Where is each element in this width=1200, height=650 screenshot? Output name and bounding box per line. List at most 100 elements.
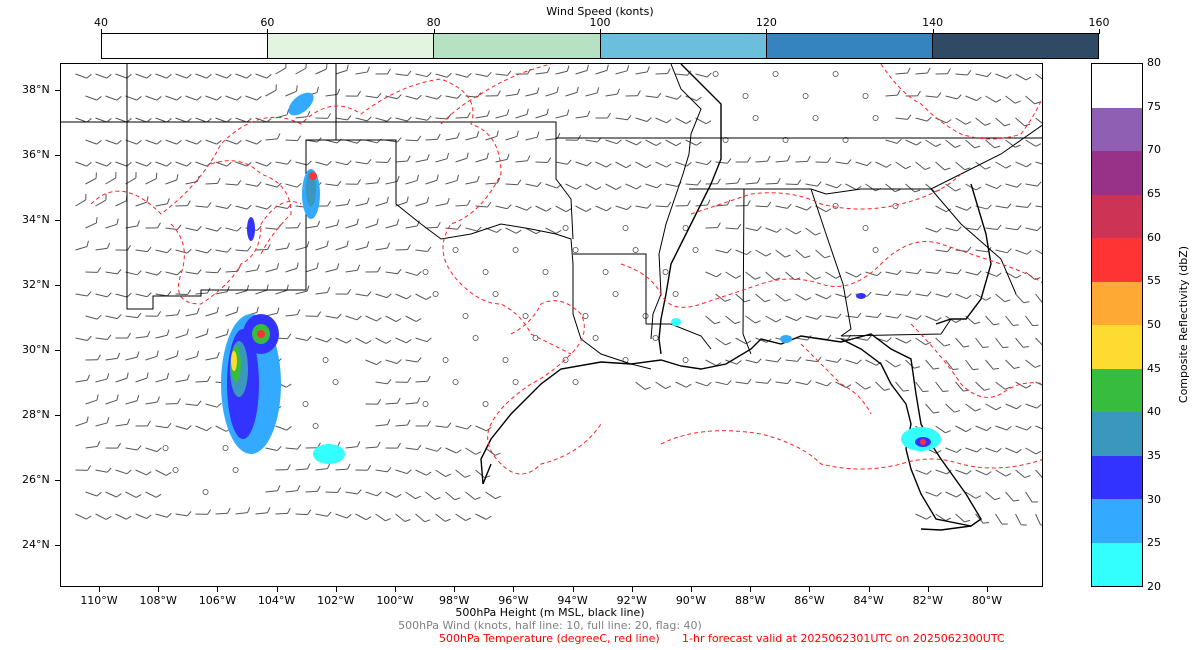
wind-barb [213, 328, 231, 339]
wind-barb [895, 157, 912, 171]
wind-barb [165, 134, 182, 146]
reflectivity-tick-label: 40 [1147, 405, 1161, 419]
wind-barb [433, 152, 451, 163]
wind-barb [835, 377, 852, 390]
wind-barb [355, 112, 372, 123]
wind-barb [284, 484, 301, 493]
wind-barb [154, 197, 171, 207]
wind-barb [685, 135, 702, 148]
wind-barb [314, 462, 331, 471]
wind-barb [515, 200, 532, 212]
wind-barb [415, 509, 431, 525]
latitude-label: 26°N [22, 473, 50, 486]
wind-barb [244, 263, 261, 273]
wind-barb [325, 486, 342, 494]
wind-barb [82, 171, 100, 185]
wind-barb [475, 68, 492, 78]
wind-barb [485, 487, 502, 501]
wind-barb [965, 311, 981, 327]
wind-barb [535, 201, 552, 214]
wind-barb [294, 463, 311, 471]
wind-barb [205, 398, 222, 409]
wind-barb [965, 442, 982, 454]
wind-barb [234, 506, 251, 515]
reflectivity-color-segment [1092, 151, 1142, 195]
wind-barb [225, 178, 242, 186]
wind-barb [705, 266, 722, 279]
wind-barb [343, 218, 361, 229]
wind-barb [995, 334, 1010, 351]
wind-tick-label: 60 [260, 16, 275, 29]
wind-barb [195, 68, 212, 80]
wind-barb [1005, 488, 1020, 504]
wind-barb [745, 311, 762, 326]
wind-barb [1025, 398, 1042, 410]
latitude-tick [55, 415, 60, 416]
wind-barb [115, 68, 132, 80]
map-canvas [61, 64, 1042, 531]
wind-barb [295, 332, 312, 342]
wind-barb [155, 508, 172, 519]
calm-wind-circle [812, 115, 819, 122]
wind-barb [414, 375, 432, 383]
wind-barb [775, 245, 792, 260]
longitude-tick [513, 587, 515, 592]
wind-barb [125, 90, 142, 102]
wind-barb [1015, 113, 1031, 129]
calm-wind-circle [452, 378, 459, 385]
wind-barb [203, 306, 221, 317]
wind-barb [84, 354, 102, 361]
longitude-tick [809, 587, 811, 592]
wind-barb [574, 110, 591, 119]
wind-barb [115, 244, 132, 251]
wind-barb [985, 178, 1002, 191]
wind-barb [95, 68, 112, 80]
wind-barb [465, 487, 481, 502]
wind-barb [335, 288, 352, 295]
wind-barb [895, 378, 910, 394]
reflectivity-tick-label: 65 [1147, 187, 1161, 200]
wind-barb [175, 244, 192, 255]
wind-barb [425, 487, 441, 502]
wind-barb [945, 486, 962, 499]
wind-barb [575, 201, 592, 214]
longitude-label: 104°W [257, 594, 296, 607]
calm-wind-circle [462, 312, 469, 319]
wind-barb [215, 200, 232, 210]
calm-wind-circle [592, 334, 599, 341]
wind-barb [74, 374, 91, 383]
wind-barb [164, 309, 181, 317]
wind-barb [1035, 290, 1042, 307]
wind-barb [135, 156, 152, 168]
wind-barb [505, 178, 522, 186]
wind-barb [513, 108, 531, 119]
wind-barb [1035, 69, 1042, 84]
reflectivity-tick-label: 70 [1147, 143, 1161, 157]
wind-barb [143, 350, 161, 361]
wind-barb [645, 178, 662, 190]
wind-barb [145, 134, 162, 146]
wind-barb [905, 266, 922, 275]
wind-barb [544, 132, 561, 141]
wind-barb [223, 305, 241, 317]
wind-barb [245, 134, 262, 146]
wind-barb [725, 222, 742, 230]
wind-barb [1005, 355, 1021, 372]
wind-barb [215, 156, 232, 168]
wind-barb [714, 199, 731, 207]
wind-barb [985, 442, 1002, 454]
reflectivity-color-segment [1092, 325, 1142, 369]
calm-wind-circle [422, 400, 429, 407]
wind-barb [415, 112, 432, 122]
wind-barb [975, 420, 992, 433]
wind-barb [334, 198, 351, 207]
wind-barb [895, 288, 912, 297]
wind-barb [955, 464, 972, 476]
wind-barb [155, 68, 172, 80]
wind-barb [955, 113, 972, 127]
wind-barb [394, 155, 411, 163]
calm-wind-circle [172, 466, 179, 473]
reflectivity-colorbar-label: Composite Reflectivity (dbZ) [1177, 245, 1191, 404]
reflectivity-tick-label: 75 [1147, 99, 1161, 113]
wind-barb [855, 156, 872, 168]
